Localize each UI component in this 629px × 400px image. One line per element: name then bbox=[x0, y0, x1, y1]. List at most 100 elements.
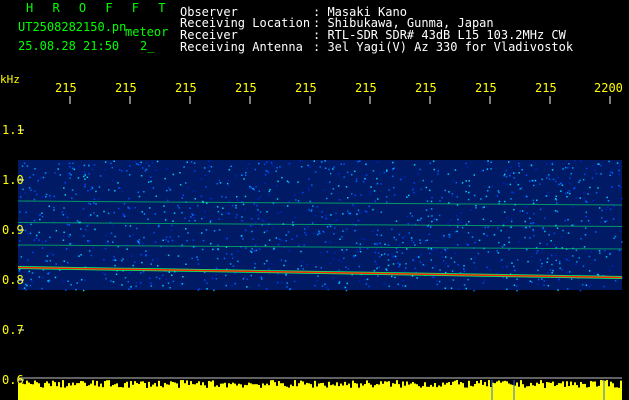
level-bar-segment bbox=[180, 380, 182, 400]
noise-pixel bbox=[326, 197, 328, 200]
noise-pixel bbox=[539, 242, 541, 245]
noise-pixel bbox=[518, 165, 521, 167]
noise-pixel bbox=[468, 180, 470, 182]
noise-pixel bbox=[448, 191, 450, 193]
level-bar-segment bbox=[214, 386, 216, 400]
level-bar-segment bbox=[502, 381, 504, 400]
noise-pixel bbox=[377, 229, 379, 232]
noise-pixel bbox=[41, 196, 43, 198]
noise-pixel bbox=[588, 255, 591, 258]
level-bar-segment bbox=[264, 385, 266, 400]
noise-pixel bbox=[105, 277, 107, 280]
noise-pixel bbox=[398, 265, 401, 268]
noise-pixel bbox=[569, 192, 571, 195]
noise-pixel bbox=[182, 194, 184, 196]
noise-pixel bbox=[430, 226, 432, 228]
noise-pixel bbox=[225, 274, 227, 277]
noise-pixel bbox=[395, 220, 398, 222]
noise-pixel bbox=[551, 263, 553, 266]
noise-pixel bbox=[324, 160, 326, 162]
noise-pixel bbox=[259, 248, 261, 250]
level-bar-segment bbox=[482, 384, 484, 400]
noise-pixel bbox=[558, 278, 560, 280]
noise-pixel bbox=[271, 263, 273, 265]
noise-pixel bbox=[512, 192, 515, 194]
noise-pixel bbox=[88, 165, 90, 167]
noise-pixel bbox=[231, 284, 233, 287]
noise-pixel bbox=[555, 259, 557, 262]
noise-pixel bbox=[524, 236, 526, 239]
noise-pixel bbox=[228, 185, 230, 187]
noise-pixel bbox=[76, 282, 78, 284]
noise-pixel bbox=[557, 176, 559, 179]
noise-pixel bbox=[227, 211, 230, 214]
noise-pixel bbox=[426, 239, 429, 241]
level-bar-segment bbox=[336, 382, 338, 400]
level-bar-segment bbox=[40, 387, 42, 400]
noise-pixel bbox=[526, 195, 528, 198]
level-bar-segment bbox=[288, 387, 290, 400]
level-bar-segment bbox=[232, 382, 234, 400]
noise-pixel bbox=[337, 185, 340, 187]
noise-pixel bbox=[467, 232, 470, 234]
level-bar-segment bbox=[56, 386, 58, 400]
noise-pixel bbox=[90, 214, 92, 216]
noise-pixel bbox=[549, 269, 552, 271]
noise-pixel bbox=[405, 267, 407, 269]
level-bar-segment bbox=[480, 380, 482, 400]
noise-pixel bbox=[579, 179, 581, 182]
level-bar-segment bbox=[458, 384, 460, 400]
noise-pixel bbox=[572, 167, 574, 169]
noise-pixel bbox=[436, 280, 438, 282]
noise-pixel bbox=[578, 257, 580, 259]
noise-pixel bbox=[167, 199, 169, 202]
noise-pixel bbox=[243, 276, 246, 278]
noise-pixel bbox=[541, 262, 543, 265]
noise-pixel bbox=[182, 276, 184, 278]
noise-pixel bbox=[483, 233, 485, 235]
noise-pixel bbox=[475, 204, 477, 207]
noise-pixel bbox=[129, 165, 131, 167]
noise-pixel bbox=[215, 273, 217, 276]
level-bar-segment bbox=[472, 386, 474, 400]
noise-pixel bbox=[404, 285, 407, 287]
noise-pixel bbox=[466, 166, 469, 169]
noise-pixel bbox=[236, 196, 238, 198]
noise-pixel bbox=[566, 196, 568, 198]
noise-pixel bbox=[215, 267, 218, 269]
noise-pixel bbox=[380, 183, 382, 185]
level-bar-segment bbox=[440, 386, 442, 400]
noise-pixel bbox=[539, 259, 542, 261]
noise-pixel bbox=[145, 253, 147, 256]
noise-pixel bbox=[474, 257, 476, 259]
level-bar-segment bbox=[158, 380, 160, 400]
noise-pixel bbox=[338, 269, 340, 271]
noise-pixel bbox=[541, 249, 544, 251]
noise-pixel bbox=[192, 190, 195, 192]
noise-pixel bbox=[343, 163, 345, 165]
noise-pixel bbox=[250, 186, 253, 189]
noise-pixel bbox=[186, 187, 189, 190]
noise-pixel bbox=[185, 228, 187, 230]
noise-pixel bbox=[369, 193, 372, 196]
noise-pixel bbox=[48, 272, 50, 274]
noise-pixel bbox=[145, 168, 148, 171]
noise-pixel bbox=[357, 209, 360, 212]
noise-pixel bbox=[436, 248, 438, 251]
noise-pixel bbox=[266, 230, 268, 232]
level-bar-segment bbox=[510, 384, 512, 400]
noise-pixel bbox=[53, 195, 55, 198]
noise-pixel bbox=[87, 240, 89, 242]
noise-pixel bbox=[256, 204, 258, 207]
noise-pixel bbox=[117, 182, 119, 184]
noise-pixel bbox=[338, 199, 341, 201]
noise-pixel bbox=[135, 281, 138, 284]
mode-label: meteor bbox=[125, 25, 169, 39]
noise-pixel bbox=[288, 162, 291, 165]
noise-pixel bbox=[249, 185, 251, 188]
noise-pixel bbox=[211, 278, 214, 280]
level-bar-segment bbox=[564, 386, 566, 400]
noise-pixel bbox=[429, 189, 431, 192]
noise-pixel bbox=[167, 282, 170, 284]
noise-pixel bbox=[42, 176, 45, 179]
